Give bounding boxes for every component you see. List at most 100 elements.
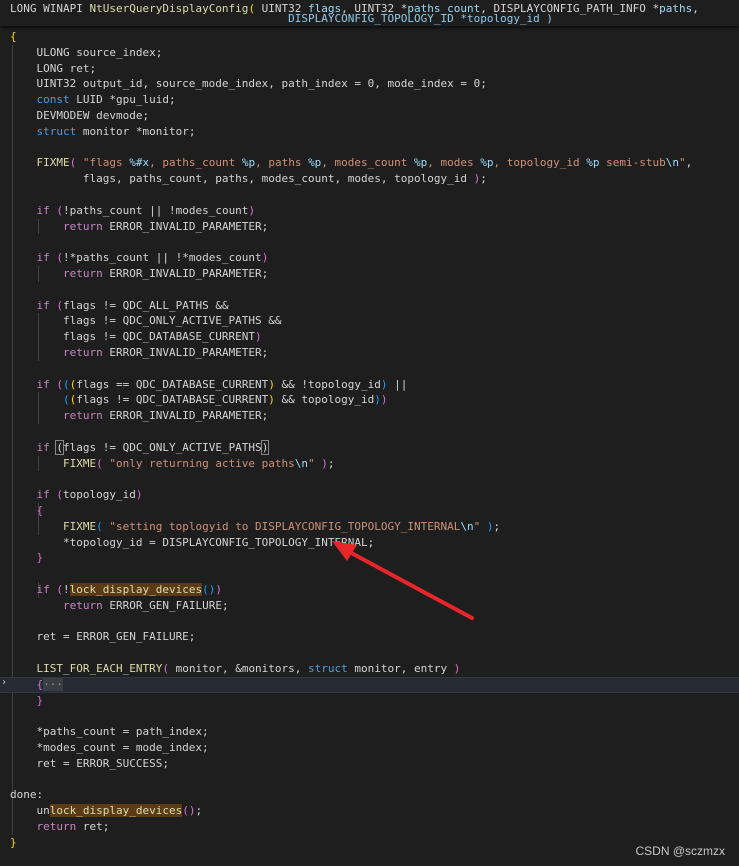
code-line[interactable]: FIXME( "only returning active paths\n" )… [10, 456, 335, 472]
code-token: ULONG source_index; [10, 45, 163, 59]
code-line[interactable]: } [10, 835, 17, 851]
code-token: || [387, 377, 408, 391]
code-line[interactable]: return ERROR_GEN_FAILURE; [10, 598, 229, 614]
code-line[interactable]: { [10, 503, 44, 519]
code-token: lock_display_devices [69, 583, 203, 596]
code-token: "setting toplogyid to DISPLAYCONFIG_TOPO… [109, 519, 461, 533]
code-line[interactable]: { [10, 29, 17, 45]
code-line[interactable]: } [10, 550, 44, 566]
fold-chevron-icon[interactable]: › [1, 677, 7, 688]
code-line[interactable]: UINT32 output_id, source_mode_index, pat… [10, 76, 486, 92]
code-line[interactable]: } [10, 693, 44, 709]
code-token: ; [480, 172, 487, 186]
code-line[interactable]: const LUID *gpu_luid; [10, 92, 176, 108]
code-line[interactable]: if (((flags == QDC_DATABASE_CURRENT) && … [10, 377, 408, 393]
code-line[interactable]: return ERROR_INVALID_PARAMETER; [10, 219, 268, 235]
code-line[interactable]: ULONG source_index; [10, 45, 162, 61]
code-token: , paths [255, 156, 309, 170]
code-line[interactable]: FIXME( "flags %#x, paths_count %p, paths… [10, 155, 693, 171]
code-token: if [36, 298, 50, 312]
code-token: ) [453, 662, 461, 675]
code-token: , modes [427, 156, 481, 170]
code-token: ; [493, 519, 501, 533]
code-token: flags != QDC_ONLY_ACTIVE_PATHS [63, 440, 262, 454]
code-line[interactable]: flags != QDC_ONLY_ACTIVE_PATHS && [10, 313, 282, 329]
code-line[interactable]: *modes_count = mode_index; [10, 740, 209, 756]
code-token: done: [10, 788, 44, 802]
code-line[interactable]: if (!lock_display_devices()) [10, 582, 222, 598]
code-token: !*paths_count || !*modes_count [63, 251, 262, 265]
code-line[interactable]: if (!*paths_count || !*modes_count) [10, 250, 269, 266]
code-token: ) [215, 583, 222, 596]
code-line[interactable]: {··· [10, 677, 63, 693]
code-line[interactable]: LIST_FOR_EACH_ENTRY( monitor, &monitors,… [10, 661, 461, 677]
code-token: ( [96, 456, 103, 470]
code-token: \n [665, 156, 679, 170]
code-token: , paths_count [149, 156, 242, 170]
code-line[interactable]: ret = ERROR_SUCCESS; [10, 756, 168, 772]
code-token: ; [327, 456, 335, 470]
code-token: FIXME [62, 456, 97, 470]
code-token: return [62, 267, 103, 280]
code-token: LONG ret; [10, 61, 97, 75]
code-line[interactable]: DEVMODEW devmode; [10, 108, 149, 124]
code-line[interactable]: *paths_count = path_index; [10, 724, 208, 740]
code-line[interactable]: return ERROR_INVALID_PARAMETER; [10, 266, 268, 282]
code-token: flags != QDC_ONLY_ACTIVE_PATHS && [10, 314, 282, 328]
code-line[interactable]: return ERROR_INVALID_PARAMETER; [10, 408, 268, 424]
code-token: " [678, 156, 686, 170]
code-token: DEVMODEW devmode; [10, 109, 150, 122]
code-token: } [10, 835, 17, 849]
code-line[interactable]: ((flags != QDC_DATABASE_CURRENT) && topo… [10, 392, 388, 408]
code-line[interactable]: if (topology_id) [10, 487, 143, 503]
code-line[interactable]: LONG ret; [10, 61, 96, 77]
code-token: *modes_count = mode_index; [10, 741, 209, 754]
code-token: ) [268, 393, 275, 407]
code-token: topology_id [63, 488, 136, 502]
code-line[interactable]: if (flags != QDC_ALL_PATHS && [10, 298, 229, 314]
code-token: ( [56, 488, 63, 502]
code-token: %p [414, 156, 428, 170]
code-token: return [36, 820, 77, 833]
code-line[interactable]: struct monitor *monitor; [10, 124, 196, 140]
code-editor[interactable]: LONG WINAPI NtUserQueryDisplayConfig( UI… [0, 0, 739, 866]
code-token: ret = ERROR_GEN_FAILURE; [10, 630, 196, 644]
code-line[interactable]: FIXME( "setting toplogyid to DISPLAYCONF… [10, 519, 500, 535]
code-token: , [692, 2, 699, 15]
code-token: { [10, 30, 17, 43]
code-token: FIXME [62, 519, 97, 533]
code-line[interactable]: return ERROR_INVALID_PARAMETER; [10, 345, 268, 361]
code-line[interactable]: flags, paths_count, paths, modes_count, … [10, 171, 487, 187]
code-token: LUID *gpu_luid; [69, 93, 176, 107]
code-line[interactable]: if (flags != QDC_ONLY_ACTIVE_PATHS) [10, 439, 270, 456]
current-line-highlight [0, 677, 739, 693]
code-token: if [36, 251, 50, 265]
code-token: const [36, 93, 70, 107]
code-token: flags != QDC_DATABASE_CURRENT [10, 330, 256, 344]
code-line[interactable]: *topology_id = DISPLAYCONFIG_TOPOLOGY_IN… [10, 535, 374, 551]
code-token: " [308, 456, 315, 470]
code-line[interactable]: flags != QDC_DATABASE_CURRENT) [10, 329, 262, 345]
code-token: if [36, 377, 50, 391]
code-token: %p [241, 156, 256, 170]
code-line[interactable]: ret = ERROR_GEN_FAILURE; [10, 629, 195, 645]
code-line[interactable]: return ret; [10, 819, 110, 835]
code-line[interactable]: unlock_display_devices(); [10, 803, 202, 819]
sticky-scroll-header[interactable]: LONG WINAPI NtUserQueryDisplayConfig( UI… [0, 0, 739, 26]
code-line[interactable]: if (!paths_count || !modes_count) [10, 203, 256, 219]
code-token: struct [308, 662, 348, 675]
code-line[interactable]: done: [10, 787, 43, 803]
code-token: if [36, 583, 50, 596]
code-token: } [36, 693, 44, 707]
